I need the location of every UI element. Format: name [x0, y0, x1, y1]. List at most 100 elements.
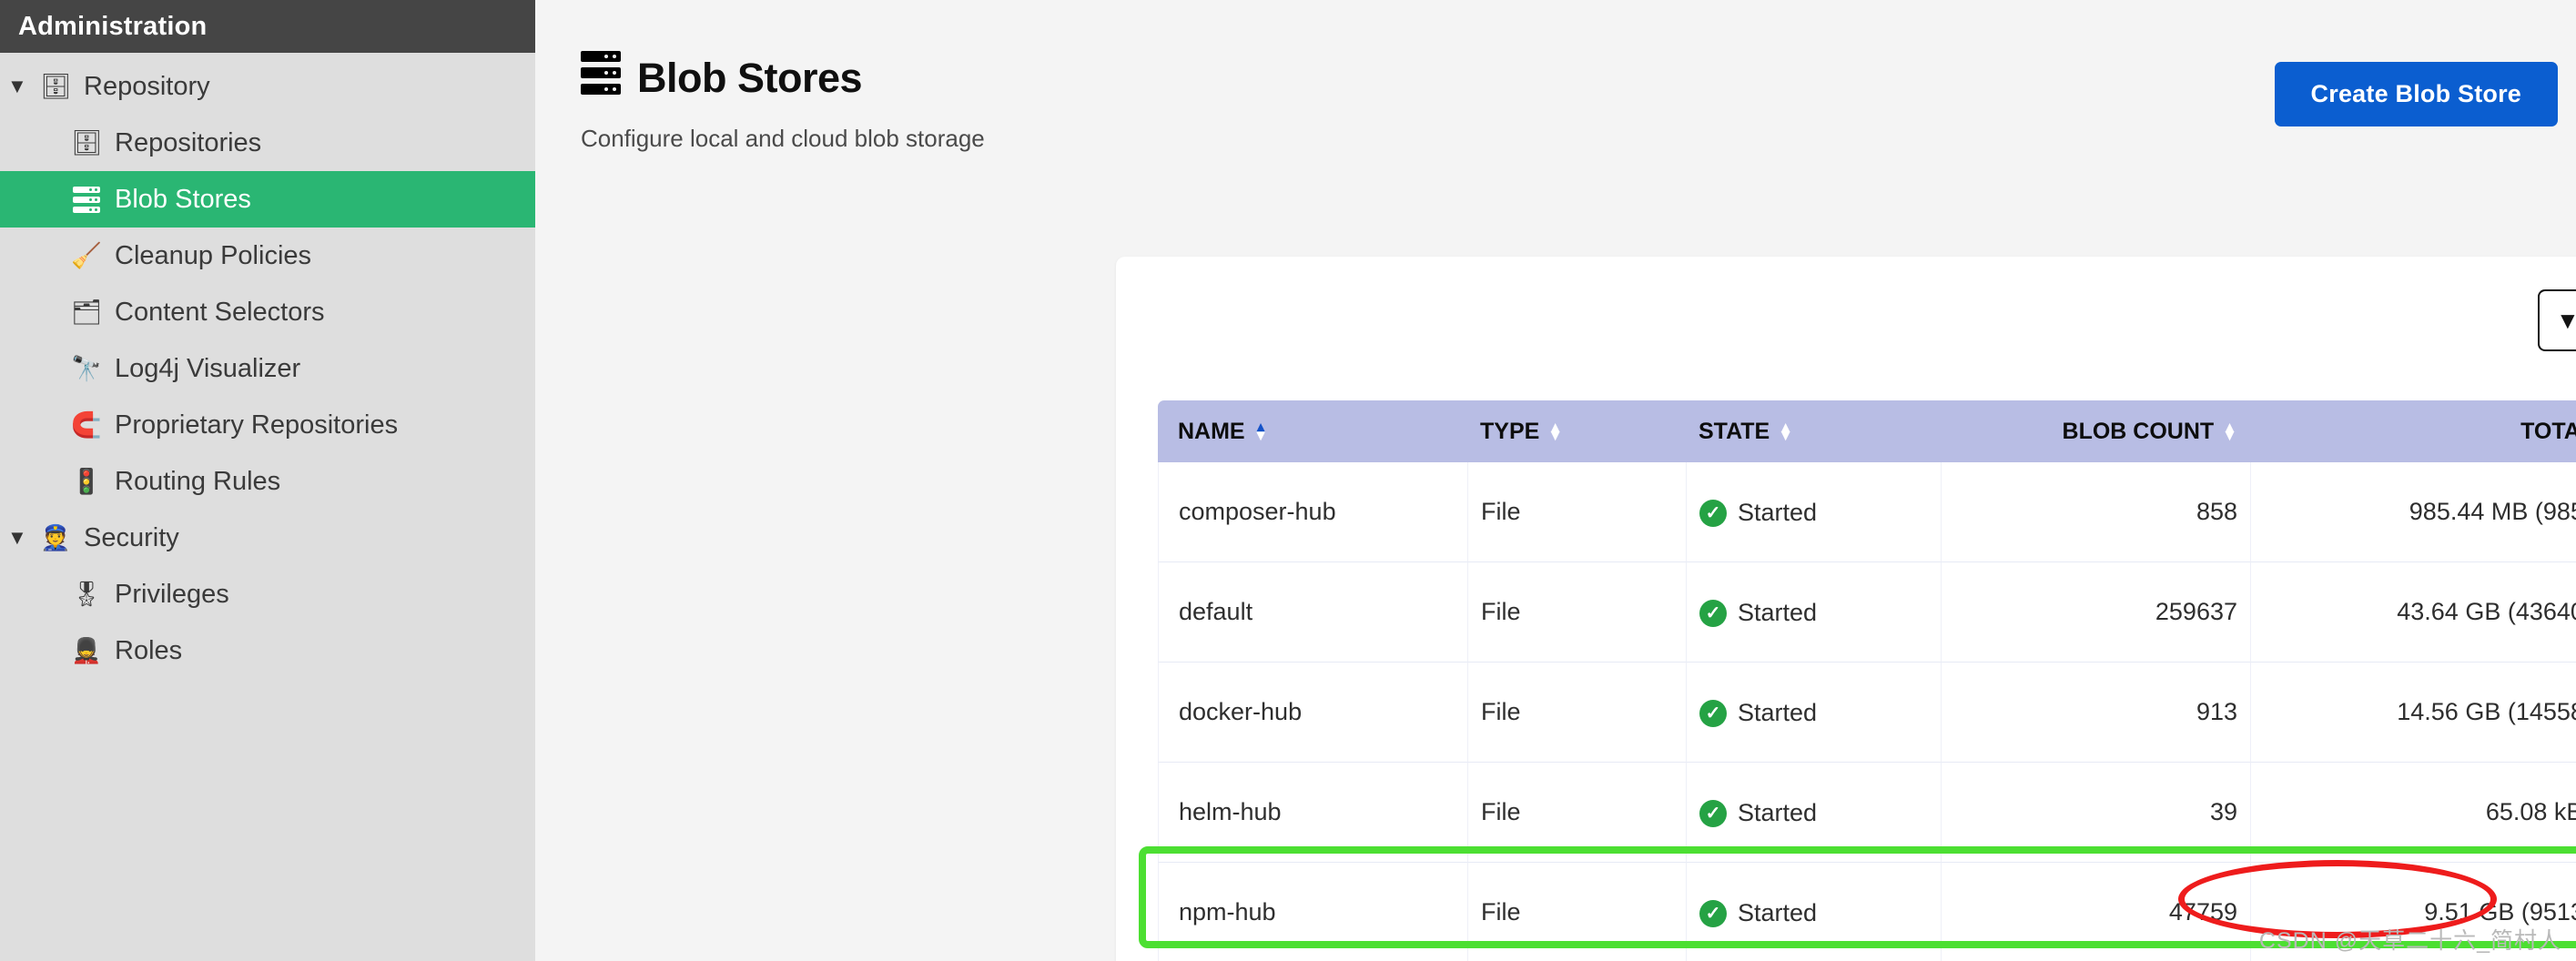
filter-icon: ▼ [2556, 307, 2576, 334]
column-header-name[interactable]: NAME ▲ ▼ [1158, 400, 1467, 462]
sidebar-item-label: Repositories [115, 127, 262, 157]
sidebar-header: Administration [0, 0, 535, 53]
status-badge: ✓ Started [1699, 499, 1817, 527]
cell-type: File [1467, 462, 1686, 562]
card-inner: ▼ NAME ▲▼ TYPE ▲▼ STATE ▲▼ BLOB COUNT ▲▼ TOTAL S… [1116, 257, 2576, 961]
cell-name: helm-hub [1158, 763, 1467, 863]
sidebar-item-proprietary-repositories[interactable]: 🧲 Proprietary Repositories [0, 397, 535, 453]
cell-type: File [1467, 663, 1686, 763]
table-row[interactable]: defaultFile ✓ Started 25963743.64 GB (43640… [1158, 562, 2576, 663]
sidebar-item-label: Security [84, 522, 179, 552]
cell-type: File [1467, 562, 1686, 663]
status-label: Started [1738, 699, 1818, 727]
blob-stores-card: ▼ NAME ▲▼ TYPE ▲▼ STATE ▲▼ BLOB COUNT ▲▼ TOTAL S… [1116, 257, 2576, 961]
column-header-label: STATE [1699, 418, 1770, 444]
column-header-inner: TYPE ▲ ▼ [1480, 419, 1563, 445]
check-circle-icon: ✓ [1699, 799, 1727, 827]
person-icon: 💂 [71, 636, 102, 664]
status-badge: ✓ Started [1699, 799, 1817, 827]
sidebar-item-label: Privileges [115, 579, 229, 609]
sidebar-header-title: Administration [18, 11, 208, 41]
sidebar-item-content-selectors[interactable]: 🗂 Content Selectors [0, 284, 535, 340]
sort-toggle-icon[interactable]: ▲ ▼ [1547, 420, 1563, 443]
page-subtitle: Configure local and cloud blob storage [581, 125, 985, 152]
watermark: CSDN @天草二十六_简村人 [2258, 928, 2561, 954]
check-circle-icon: ✓ [1699, 699, 1727, 727]
blob-stores-table: NAME ▲▼ TYPE ▲▼ STATE ▲▼ BLOB COUNT ▲▼ TOTAL SIZ… [1158, 400, 2576, 961]
sort-toggle-icon[interactable]: ▲ ▼ [2222, 420, 2237, 443]
cell-total-size: 43.64 GB (43640629952) [2250, 562, 2576, 663]
table-row[interactable]: composer-hub File ✓ Started 858 985.44 MB (98… [1158, 462, 2576, 562]
cell-blob-count: 913 [1941, 663, 2250, 763]
table-body: composer-hub File ✓ Started 858 985.44 MB (98… [1158, 462, 2576, 961]
status-label: Started [1738, 499, 1818, 527]
sidebar-item-security[interactable]: ▼ 👮 Security [0, 510, 535, 566]
cell-state: ✓ Started [1686, 663, 1941, 763]
sidebar-item-repository[interactable]: ▼ 🗄 Repository [0, 58, 535, 115]
column-header-size[interactable]: TOTAL SIZE▲▼ [2250, 400, 2576, 462]
check-circle-icon: ✓ [1699, 599, 1727, 627]
column-header-inner: BLOB COUNT ▲ ▼ [2063, 419, 2237, 445]
database-icon: 🗄 [70, 128, 103, 157]
sidebar-item-repositories[interactable]: 🗄 Repositories [0, 115, 535, 171]
sidebar-item-cleanup-policies[interactable]: 🧹 Cleanup Policies [0, 228, 535, 284]
cell-blob-count: 39 [1941, 763, 2250, 863]
sort-toggle-icon[interactable]: ▲ ▼ [1253, 420, 1269, 443]
cell-state: ✓ Started [1686, 562, 1941, 663]
sidebar-item-blob-stores[interactable]: Blob Stores [0, 171, 535, 228]
page-title-row: Blob Stores [581, 51, 2558, 105]
sidebar-nav: ▼ 🗄 Repository 🗄 Repositories Blob Stores 🧹 Cle… [0, 53, 535, 679]
filter-by-name-box[interactable]: ▼ [2538, 289, 2576, 351]
column-header-count[interactable]: BLOB COUNT ▲ ▼ [1941, 400, 2250, 462]
cell-total-size: 14.56 GB (14558879664) [2250, 663, 2576, 763]
chevron-down-icon[interactable]: ▼ [7, 76, 35, 96]
cell-blob-count: 858 [1941, 462, 2250, 562]
signpost-icon: 🚦 [71, 467, 102, 495]
column-header-inner: TOTAL SIZE▲▼ [2520, 419, 2576, 445]
cell-name: default [1158, 562, 1467, 663]
blob-store-icon [66, 186, 107, 213]
sidebar-item-label: Cleanup Policies [115, 240, 312, 270]
cell-state: ✓ Started [1686, 763, 1941, 863]
sidebar-item-label: Roles [115, 635, 183, 665]
table-row[interactable]: docker-hubFile ✓ Started 91314.56 GB (14558… [1158, 663, 2576, 763]
cell-type: File [1467, 863, 1686, 961]
sidebar-item-log4j-visualizer[interactable]: 🔭 Log4j Visualizer [0, 340, 535, 397]
column-header-state[interactable]: STATE ▲ ▼ [1686, 400, 1941, 462]
cell-state: ✓ Started [1686, 462, 1941, 562]
cell-name: docker-hub [1158, 663, 1467, 763]
binoculars-icon: 🔭 [71, 354, 102, 382]
create-blob-store-button[interactable]: Create Blob Store [2274, 62, 2558, 126]
column-header-inner: NAME ▲ ▼ [1178, 419, 1268, 445]
table-header-row: NAME ▲▼ TYPE ▲▼ STATE ▲▼ BLOB COUNT ▲▼ TOTAL SIZ… [1158, 400, 2576, 462]
page-title: Blob Stores [637, 54, 863, 101]
column-header-label: BLOB COUNT [2062, 418, 2215, 444]
status-label: Started [1738, 899, 1818, 927]
sidebar-item-privileges[interactable]: 🎖 Privileges [0, 566, 535, 622]
sidebar-item-label: Repository [84, 71, 210, 101]
status-label: Started [1738, 799, 1818, 827]
sidebar-item-label: Content Selectors [115, 297, 325, 327]
check-circle-icon: ✓ [1699, 899, 1727, 927]
status-badge: ✓ Started [1699, 699, 1817, 727]
sidebar-item-roles[interactable]: 💂 Roles [0, 622, 535, 679]
table-row[interactable]: helm-hubFile✓Started3965.08 kB (65081)24… [1158, 763, 2576, 863]
sort-toggle-icon[interactable]: ▲ ▼ [1778, 420, 1793, 443]
application-window: Administration ▼ 🗄 Repository 🗄 Repositories… [0, 0, 2576, 961]
chevron-down-icon[interactable]: ▼ [7, 528, 35, 548]
cell-total-size: 985.44 MB (985438989) [2250, 462, 2576, 562]
column-header-label: TOTAL SIZE [2520, 418, 2576, 444]
column-header-label: NAME [1178, 418, 1245, 444]
shield-icon: 👮 [40, 523, 71, 551]
sidebar: Administration ▼ 🗄 Repository 🗄 Repositories… [0, 0, 535, 961]
column-header-label: TYPE [1480, 418, 1540, 444]
column-header-inner: STATE ▲ ▼ [1699, 419, 1793, 445]
sidebar-item-label: Proprietary Repositories [115, 410, 399, 440]
cell-type: File [1467, 763, 1686, 863]
broom-icon: 🧹 [71, 241, 102, 269]
magnet-icon: 🧲 [71, 410, 102, 439]
medal-icon: 🎖 [70, 580, 103, 608]
column-header-type[interactable]: TYPE ▲ ▼ [1467, 400, 1686, 462]
sidebar-item-routing-rules[interactable]: 🚦 Routing Rules [0, 453, 535, 510]
page-header: Blob Stores Configure local and cloud bl… [581, 0, 2558, 153]
